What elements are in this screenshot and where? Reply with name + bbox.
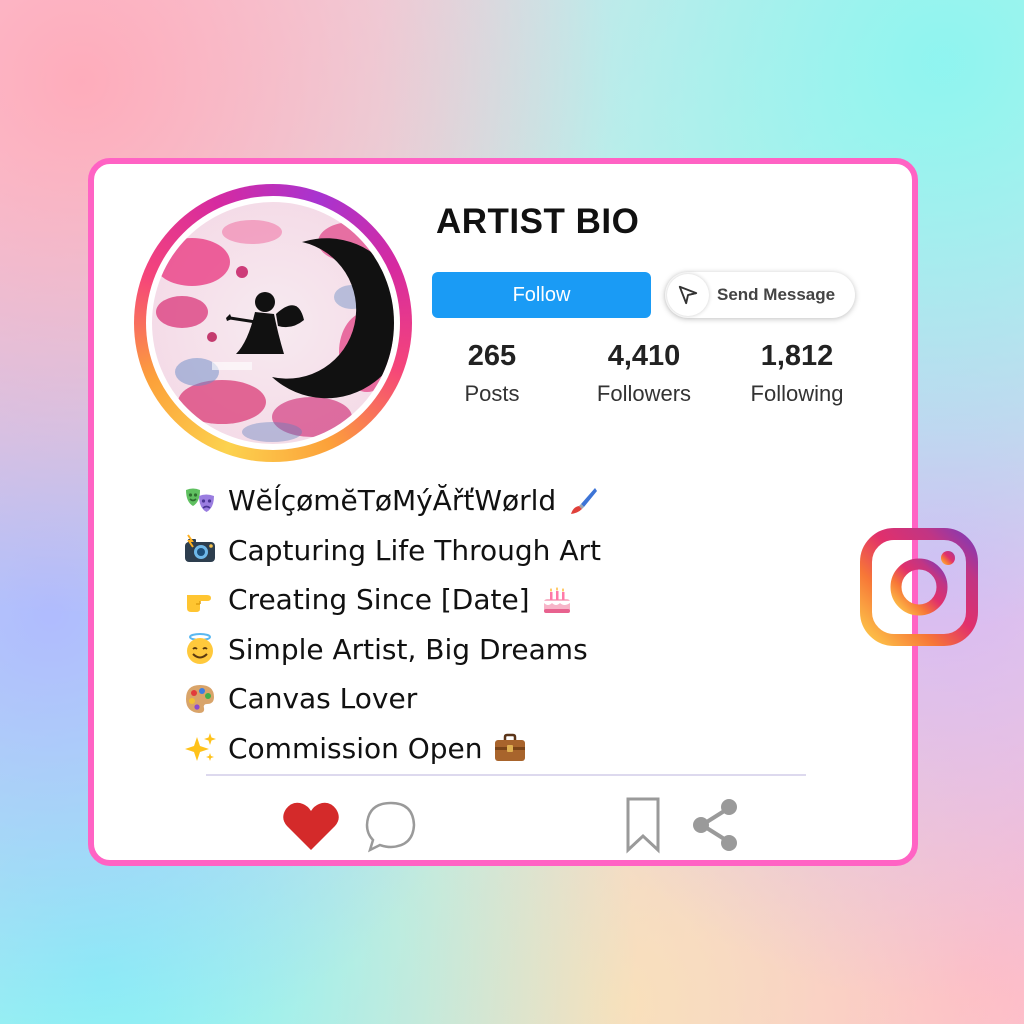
instagram-logo-icon: [860, 528, 978, 646]
bookmark-icon[interactable]: [624, 796, 662, 859]
heart-icon[interactable]: [282, 800, 340, 857]
stat-posts[interactable]: 265 Posts: [422, 340, 562, 407]
following-label: Following: [750, 381, 844, 406]
bio-line: Commission Open: [182, 724, 601, 774]
following-count: 1,812: [760, 340, 834, 372]
profile-card: ARTIST BIO Follow Send Message 265 Posts…: [88, 158, 918, 866]
posts-label: Posts: [464, 381, 520, 406]
bio-section: WĕĺçømĕTøMýĂřťWørld Capturing Life Throu…: [182, 476, 601, 773]
bio-line: Creating Since [Date]: [182, 575, 601, 625]
artist-palette-icon: [182, 681, 218, 717]
smiling-halo-face-icon: [182, 631, 218, 667]
sparkles-icon: [182, 730, 218, 766]
bio-text: WĕĺçømĕTøMýĂřťWørld: [228, 484, 557, 518]
birthday-cake-icon: [540, 583, 574, 617]
share-icon[interactable]: [688, 796, 742, 859]
bio-text: Creating Since [Date]: [228, 583, 530, 617]
camera-flash-icon: [182, 532, 218, 568]
stat-following[interactable]: 1,812 Following: [727, 340, 867, 407]
stat-followers[interactable]: 4,410 Followers: [574, 340, 714, 407]
story-ring[interactable]: [134, 184, 412, 462]
send-message-button[interactable]: Send Message: [665, 272, 855, 318]
bio-text: Simple Artist, Big Dreams: [228, 632, 588, 666]
bio-text: Capturing Life Through Art: [228, 533, 601, 567]
comment-icon[interactable]: [364, 800, 418, 859]
bio-line: WĕĺçømĕTøMýĂřťWørld: [182, 476, 601, 526]
pointing-hand-icon: [182, 582, 218, 618]
followers-count: 4,410: [607, 340, 681, 372]
bio-line: Capturing Life Through Art: [182, 526, 601, 576]
profile-username: ARTIST BIO: [436, 202, 640, 241]
follow-button[interactable]: Follow: [432, 272, 651, 318]
posts-count: 265: [467, 340, 517, 372]
bio-text: Canvas Lover: [228, 682, 418, 716]
bio-line: Simple Artist, Big Dreams: [182, 625, 601, 675]
avatar[interactable]: [152, 202, 394, 444]
divider: [206, 774, 806, 776]
paintbrush-icon: [566, 484, 600, 518]
avatar-artwork-image: [152, 202, 394, 444]
bio-line: Canvas Lover: [182, 674, 601, 724]
send-message-label: Send Message: [717, 285, 836, 304]
send-icon: [667, 274, 709, 316]
followers-label: Followers: [596, 381, 692, 406]
briefcase-icon: [493, 731, 527, 765]
theater-masks-icon: [182, 483, 218, 519]
bio-text: Commission Open: [228, 731, 483, 765]
